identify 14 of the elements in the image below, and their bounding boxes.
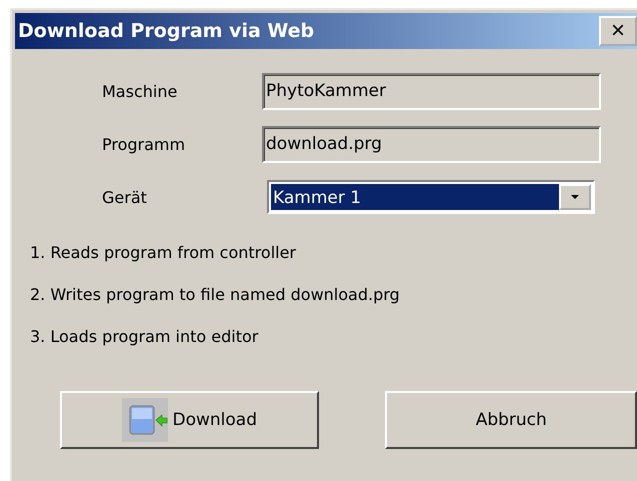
text-field[interactable]: download.prg: [262, 126, 601, 162]
instruction-text: 3. Loads program into editor: [30, 327, 260, 348]
text-field[interactable]: PhytoKammer: [262, 72, 601, 110]
download-button[interactable]: Download: [60, 391, 320, 449]
field-label: Programm: [102, 134, 186, 154]
download-icon: [122, 398, 168, 442]
window-title: Download Program via Web: [17, 20, 314, 42]
close-button[interactable]: ×: [599, 16, 637, 46]
field-label: Gerät: [102, 188, 148, 206]
instruction-text: 1. Reads program from controller: [30, 243, 298, 264]
cancel-button[interactable]: Abbruch: [385, 391, 637, 449]
field-label: Maschine: [102, 82, 178, 100]
instruction-text: 2. Writes program to file named download.prg: [30, 285, 401, 306]
device-dropdown[interactable]: Kammer 1: [267, 180, 595, 214]
